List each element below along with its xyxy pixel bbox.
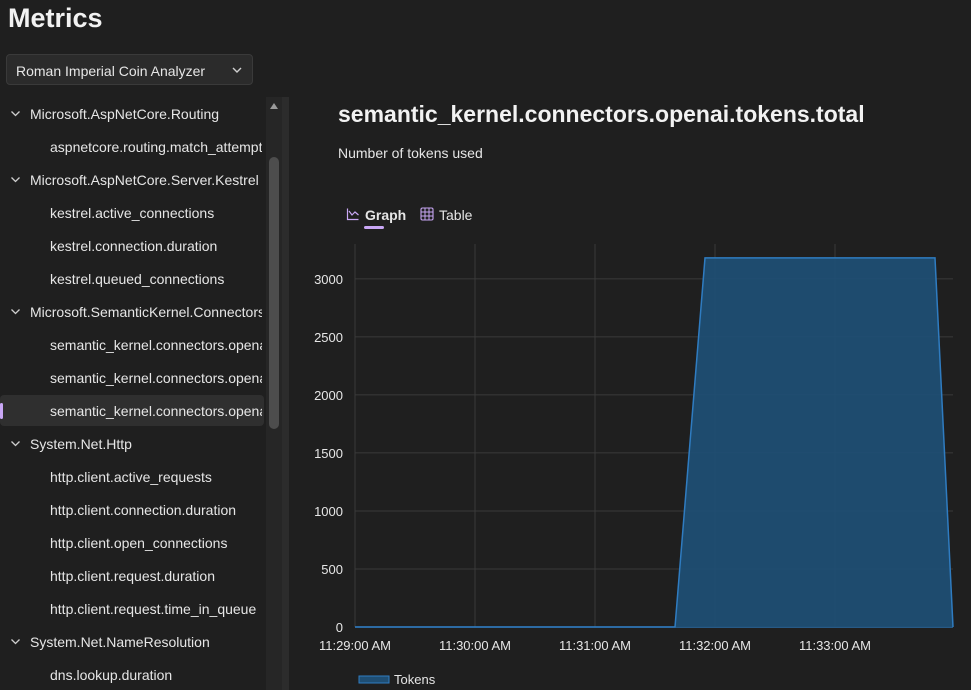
tree-item-label: http.client.open_connections (50, 535, 228, 551)
scroll-up-arrow-icon[interactable] (270, 103, 278, 109)
selection-indicator (0, 403, 3, 419)
y-tick-label: 0 (336, 620, 343, 635)
chevron-down-icon[interactable] (10, 308, 21, 316)
y-tick-label: 2000 (314, 388, 343, 403)
tree-item[interactable]: kestrel.connection.duration (0, 230, 264, 261)
scrollbar-thumb[interactable] (269, 157, 279, 429)
tree-item[interactable]: http.client.active_requests (0, 461, 264, 492)
x-tick-label: 11:31:00 AM (559, 638, 631, 653)
tree-item[interactable]: kestrel.active_connections (0, 197, 264, 228)
y-tick-label: 500 (321, 562, 343, 577)
legend-swatch-tokens (358, 675, 390, 684)
resource-select[interactable]: Roman Imperial Coin Analyzer (6, 54, 253, 85)
table-grid-icon (420, 207, 434, 221)
tokens-chart: 0 500 1000 1500 2000 2500 3000 11:29:00 AM 11:30… (314, 244, 954, 687)
tree-item[interactable]: semantic_kernel.connectors.openai.tokens… (0, 395, 264, 426)
sidebar-scrollbar[interactable] (266, 97, 282, 690)
tab-table[interactable]: Table (420, 206, 475, 226)
metric-description: Number of tokens used (338, 145, 483, 161)
tree-item-label: kestrel.active_connections (50, 205, 215, 221)
tree-group[interactable]: Microsoft.SemanticKernel.Connectors.Open… (0, 296, 264, 327)
legend-label-tokens: Tokens (394, 672, 436, 687)
tree-item-label: http.client.connection.duration (50, 502, 237, 518)
tree-item[interactable]: http.client.connection.duration (0, 494, 264, 525)
tree-item[interactable]: dns.lookup.duration (0, 659, 264, 690)
series-area-tokens (355, 257, 953, 627)
tree-item[interactable]: kestrel.queued_connections (0, 263, 264, 294)
page-title: Metrics (8, 3, 103, 33)
tree-item-label: System.Net.NameResolution (30, 634, 210, 650)
x-tick-label: 11:29:00 AM (319, 638, 391, 653)
tree-item-label: Microsoft.AspNetCore.Routing (30, 106, 220, 122)
tree-item-label: http.client.request.time_in_queue (50, 601, 257, 617)
tree-item-label: Microsoft.SemanticKernel.Connectors.Open… (30, 304, 262, 320)
chevron-down-icon[interactable] (10, 638, 21, 646)
y-tick-label: 1500 (314, 446, 343, 461)
tree-group[interactable]: Microsoft.AspNetCore.Server.Kestrel (0, 164, 264, 195)
chevron-down-icon (232, 67, 242, 73)
tree-item[interactable]: http.client.request.duration (0, 560, 264, 591)
x-tick-label: 11:33:00 AM (799, 638, 871, 653)
chevron-down-icon[interactable] (10, 440, 21, 448)
tree-item-label: kestrel.queued_connections (50, 271, 225, 287)
tree-group[interactable]: System.Net.Http (0, 428, 264, 459)
tree-item-label: Microsoft.AspNetCore.Server.Kestrel (30, 172, 259, 188)
tree-item-label: dns.lookup.duration (50, 667, 173, 683)
chevron-down-icon[interactable] (10, 110, 21, 118)
tab-table-label: Table (439, 207, 473, 223)
tab-graph[interactable]: Graph (346, 206, 406, 226)
tree-item[interactable]: semantic_kernel.connectors.openai.tokens… (0, 362, 264, 393)
tree-item-label: http.client.request.duration (50, 568, 215, 584)
tree-group[interactable]: Microsoft.AspNetCore.Routing (0, 98, 264, 129)
metric-title: semantic_kernel.connectors.openai.tokens… (338, 101, 865, 127)
tab-graph-label: Graph (365, 207, 407, 223)
active-tab-indicator (364, 226, 384, 229)
tree-item[interactable]: http.client.request.time_in_queue (0, 593, 264, 624)
x-tick-label: 11:30:00 AM (439, 638, 511, 653)
tree-item-label: aspnetcore.routing.match_attempts (50, 139, 262, 155)
y-tick-label: 1000 (314, 504, 343, 519)
y-tick-label: 2500 (314, 330, 343, 345)
tree-item[interactable]: semantic_kernel.connectors.openai.tokens… (0, 329, 264, 360)
tree-item-label: semantic_kernel.connectors.openai.tokens… (50, 370, 262, 386)
y-tick-label: 3000 (314, 272, 343, 287)
tree-item-label: http.client.active_requests (50, 469, 212, 485)
tree-item-label: System.Net.Http (30, 436, 132, 452)
tree-group[interactable]: System.Net.NameResolution (0, 626, 264, 657)
chevron-down-icon[interactable] (10, 176, 21, 184)
tree-item[interactable]: http.client.open_connections (0, 527, 264, 558)
tree-item-label: kestrel.connection.duration (50, 238, 218, 254)
resource-select-value: Roman Imperial Coin Analyzer (16, 63, 206, 79)
x-tick-label: 11:32:00 AM (679, 638, 751, 653)
pane-divider[interactable] (282, 97, 289, 690)
metrics-tree: Microsoft.AspNetCore.Routing aspnetcore.r… (0, 97, 266, 690)
tree-item[interactable]: aspnetcore.routing.match_attempts (0, 131, 264, 162)
chart-icon (346, 208, 359, 221)
tree-item-label: semantic_kernel.connectors.openai.tokens… (50, 403, 262, 419)
tree-item-label: semantic_kernel.connectors.openai.tokens… (50, 337, 262, 353)
